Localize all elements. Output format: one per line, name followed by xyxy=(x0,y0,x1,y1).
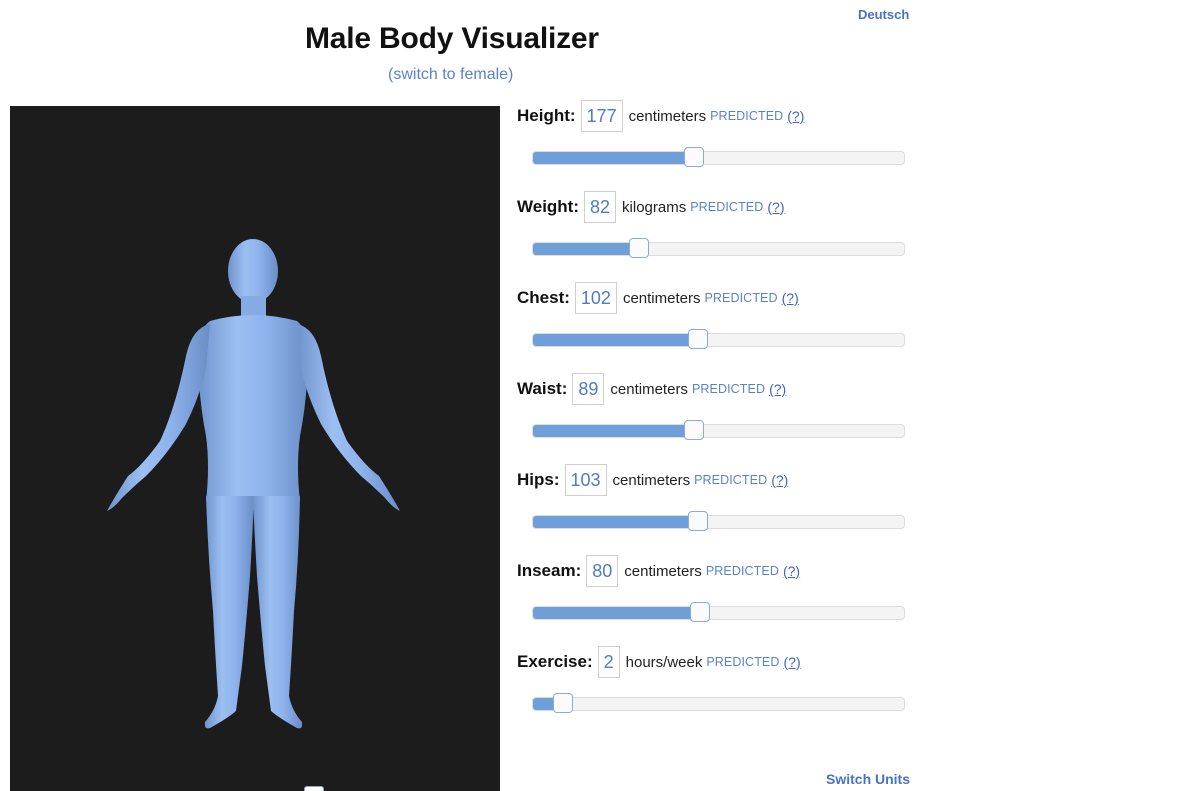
inseam-help-link[interactable]: (?) xyxy=(783,563,800,579)
weight-slider[interactable] xyxy=(532,238,905,258)
hips-label: Hips: xyxy=(517,470,560,489)
slider-thumb[interactable] xyxy=(690,602,710,622)
hips-help-link[interactable]: (?) xyxy=(771,472,788,488)
language-switch-link[interactable]: Deutsch xyxy=(858,7,909,22)
model-head xyxy=(228,239,278,303)
exercise-help-link[interactable]: (?) xyxy=(784,654,801,670)
slider-fill xyxy=(533,607,702,619)
weight-label: Weight: xyxy=(517,197,580,216)
height-field: Height: 177 centimeters PREDICTED (?) xyxy=(517,98,937,167)
chest-input[interactable]: 102 xyxy=(574,282,617,314)
inseam-label: Inseam: xyxy=(517,561,582,580)
slider-thumb[interactable] xyxy=(688,329,708,349)
viewer-rotate-handle[interactable] xyxy=(304,786,324,791)
body-3d-viewer[interactable] xyxy=(10,106,500,791)
waist-help-link[interactable]: (?) xyxy=(769,381,786,397)
page-title: Male Body Visualizer xyxy=(305,22,599,55)
inseam-input[interactable]: 80 xyxy=(586,555,619,587)
slider-thumb[interactable] xyxy=(553,693,573,713)
height-unit: centimeters xyxy=(628,107,707,125)
hips-unit: centimeters xyxy=(612,471,691,489)
height-help-link[interactable]: (?) xyxy=(787,108,804,124)
waist-label: Waist: xyxy=(517,379,568,398)
height-label: Height: xyxy=(517,106,576,125)
slider-thumb[interactable] xyxy=(688,511,708,531)
inseam-predicted-label: PREDICTED xyxy=(705,564,779,578)
chest-label: Chest: xyxy=(517,288,570,307)
slider-thumb[interactable] xyxy=(684,420,704,440)
waist-input[interactable]: 89 xyxy=(572,373,605,405)
chest-slider[interactable] xyxy=(532,329,905,349)
height-input[interactable]: 177 xyxy=(580,100,623,132)
inseam-unit: centimeters xyxy=(624,562,702,580)
weight-predicted-label: PREDICTED xyxy=(690,200,764,214)
page: Deutsch Male Body Visualizer (switch to … xyxy=(0,0,1196,791)
hips-predicted-label: PREDICTED xyxy=(694,473,768,487)
exercise-predicted-label: PREDICTED xyxy=(706,655,780,669)
exercise-unit: hours/week xyxy=(625,653,703,671)
inseam-field: Inseam: 80 centimeters PREDICTED (?) xyxy=(517,553,937,622)
model-neck xyxy=(241,296,266,318)
height-slider[interactable] xyxy=(532,147,905,167)
waist-slider[interactable] xyxy=(532,420,905,440)
model-right-arm xyxy=(297,324,400,511)
hips-input[interactable]: 103 xyxy=(564,464,607,496)
inseam-slider[interactable] xyxy=(532,602,905,622)
weight-unit: kilograms xyxy=(622,198,687,216)
slider-fill xyxy=(533,243,641,255)
chest-help-link[interactable]: (?) xyxy=(782,290,799,306)
chest-field: Chest: 102 centimeters PREDICTED (?) xyxy=(517,280,937,349)
slider-fill xyxy=(533,152,696,164)
weight-field: Weight: 82 kilograms PREDICTED (?) xyxy=(517,189,937,258)
height-predicted-label: PREDICTED xyxy=(710,109,784,123)
switch-units-link[interactable]: Switch Units xyxy=(826,771,910,787)
waist-field: Waist: 89 centimeters PREDICTED (?) xyxy=(517,371,937,440)
hips-slider[interactable] xyxy=(532,511,905,531)
chest-predicted-label: PREDICTED xyxy=(704,291,778,305)
switch-gender-link[interactable]: (switch to female) xyxy=(388,66,513,84)
chest-unit: centimeters xyxy=(622,289,701,307)
slider-thumb[interactable] xyxy=(684,147,704,167)
weight-help-link[interactable]: (?) xyxy=(767,199,784,215)
exercise-input[interactable]: 2 xyxy=(597,646,620,678)
slider-track xyxy=(532,697,905,711)
slider-thumb[interactable] xyxy=(629,238,649,258)
exercise-field: Exercise: 2 hours/week PREDICTED (?) xyxy=(517,644,937,713)
model-left-leg xyxy=(204,496,254,729)
hips-field: Hips: 103 centimeters PREDICTED (?) xyxy=(517,462,937,531)
model-torso xyxy=(197,315,309,501)
slider-fill xyxy=(533,516,700,528)
model-right-leg xyxy=(253,496,303,729)
waist-unit: centimeters xyxy=(610,380,688,398)
weight-input[interactable]: 82 xyxy=(584,191,617,223)
exercise-label: Exercise: xyxy=(517,652,593,671)
waist-predicted-label: PREDICTED xyxy=(691,382,766,396)
body-model-figure xyxy=(107,239,400,729)
slider-fill xyxy=(533,334,700,346)
slider-fill xyxy=(533,425,696,437)
exercise-slider[interactable] xyxy=(532,693,905,713)
model-left-arm xyxy=(107,324,210,511)
